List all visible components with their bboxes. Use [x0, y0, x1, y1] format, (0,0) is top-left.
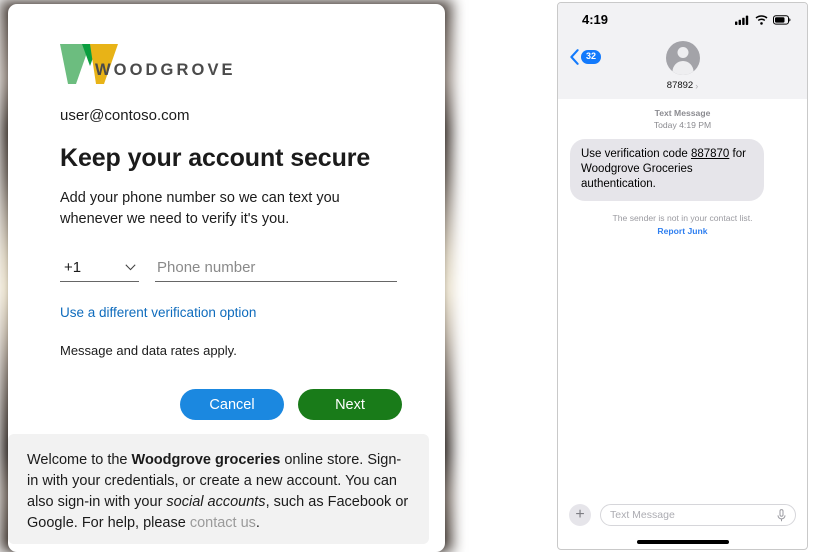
phone-number-input[interactable]	[155, 259, 397, 282]
use-different-verification-link[interactable]: Use a different verification option	[60, 305, 256, 320]
status-time: 4:19	[582, 12, 609, 27]
phone-entry-row: +1	[60, 259, 445, 282]
footer-brand-bold: Woodgrove groceries	[131, 452, 281, 468]
footer-text-4: .	[255, 515, 260, 531]
brand-wordmark: WOODGROVE	[95, 61, 236, 79]
message-meta: Text Message Today 4:19 PM	[570, 107, 795, 131]
message-type-label: Text Message	[654, 108, 711, 118]
message-bubble[interactable]: Use verification code 887870 for Woodgro…	[566, 139, 764, 201]
phone-mockup: 4:19 32 87892 › Text Message Today 4:19 …	[557, 2, 808, 550]
message-thread: Text Message Today 4:19 PM Use verificat…	[558, 99, 807, 236]
message-timestamp: Today 4:19 PM	[653, 120, 712, 130]
contact-name-row: 87892 ›	[667, 80, 698, 91]
contact-name: 87892	[666, 80, 694, 91]
brand-logo: WOODGROVE	[60, 42, 445, 86]
message-input-field[interactable]: Text Message	[600, 504, 796, 526]
cancel-button[interactable]: Cancel	[180, 389, 284, 420]
ios-conversation-header: 32 87892 ›	[558, 33, 807, 99]
page-title: Keep your account secure	[60, 144, 371, 172]
action-button-row: Cancel Next	[60, 389, 445, 420]
battery-icon	[773, 14, 791, 25]
chevron-right-icon: ›	[695, 80, 699, 91]
wifi-icon	[755, 14, 768, 25]
account-email: user@contoso.com	[60, 107, 190, 124]
attachment-plus-icon[interactable]: +	[569, 504, 591, 526]
next-button[interactable]: Next	[298, 389, 402, 420]
contact-us-link[interactable]: contact us	[190, 515, 256, 531]
ios-status-bar: 4:19	[558, 3, 807, 33]
message-input-placeholder: Text Message	[610, 509, 675, 521]
country-code-select[interactable]: +1	[60, 259, 139, 282]
message-text-pre: Use verification code	[581, 148, 691, 160]
sender-warning-note: The sender is not in your contact list.	[612, 213, 753, 223]
footer-social-italic: social accounts	[166, 494, 266, 510]
country-code-value: +1	[64, 259, 82, 276]
chevron-down-icon	[125, 264, 136, 271]
home-indicator	[636, 540, 729, 544]
signal-icon	[735, 15, 749, 25]
microphone-icon[interactable]	[777, 508, 786, 522]
contact-header[interactable]: 87892 ›	[558, 41, 807, 93]
status-icons	[735, 14, 791, 25]
report-junk-link[interactable]: Report Junk	[570, 226, 795, 236]
verification-code[interactable]: 887870	[691, 148, 729, 160]
person-avatar-icon	[665, 41, 700, 75]
signin-card-body: WOODGROVE user@contoso.com Keep your acc…	[8, 4, 445, 420]
footer-text-1: Welcome to the	[27, 452, 132, 468]
message-rates-note: Message and data rates apply.	[60, 343, 237, 358]
store-welcome-note: Welcome to the Woodgrove groceries onlin…	[8, 434, 429, 544]
page-description: Add your phone number so we can text you…	[60, 190, 340, 227]
